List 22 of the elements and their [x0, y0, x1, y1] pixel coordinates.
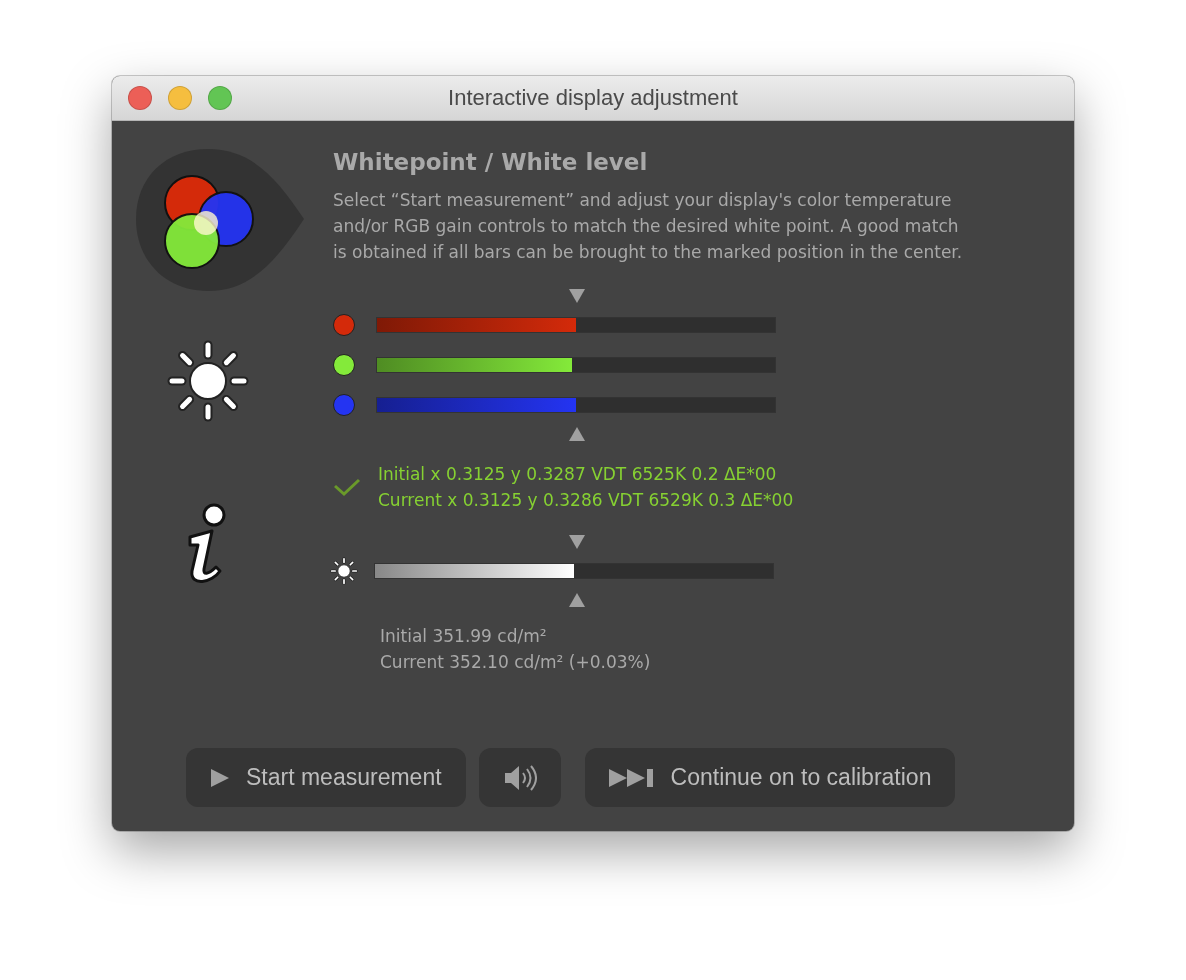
- sound-button[interactable]: [478, 748, 561, 807]
- triangle-up-icon: [568, 426, 586, 442]
- measurement-text: Current x 0.3125 y 0.3286 VDT 6529K 0.3 ΔE*00: [378, 489, 794, 512]
- skip-forward-icon: [608, 767, 655, 788]
- speaker-icon: [502, 763, 537, 792]
- play-icon: [210, 767, 230, 788]
- window-title: Interactive display adjustment: [448, 85, 738, 111]
- close-button[interactable]: [128, 86, 152, 110]
- triangle-up-icon: [568, 592, 586, 608]
- instructions-text: Select “Start measurement” and adjust your display's color temperature and/or RGB gain controls to match the desired white point. A good match is obtained if all bars can be brought to the marked position in the center.: [333, 189, 964, 264]
- measurement-text: Initial x 0.3125 y 0.3287 VDT 6525K 0.2 ΔE*00: [378, 463, 778, 486]
- sun-icon: [329, 556, 359, 586]
- triangle-down-icon: [568, 288, 586, 304]
- start-measurement-button[interactable]: Start measurement: [186, 748, 466, 807]
- zoom-button[interactable]: [208, 86, 232, 110]
- section-heading: Whitepoint / White level: [333, 149, 649, 175]
- color-circles-icon: [136, 147, 304, 293]
- minimize-button[interactable]: [168, 86, 192, 110]
- triangle-down-icon: [568, 534, 586, 550]
- continue-button[interactable]: Continue on to calibration: [584, 748, 956, 807]
- luminance-text: Initial 351.99 cd/m²: [380, 625, 548, 648]
- luminance-text: Current 352.10 cd/m² (+0.03%): [380, 651, 652, 674]
